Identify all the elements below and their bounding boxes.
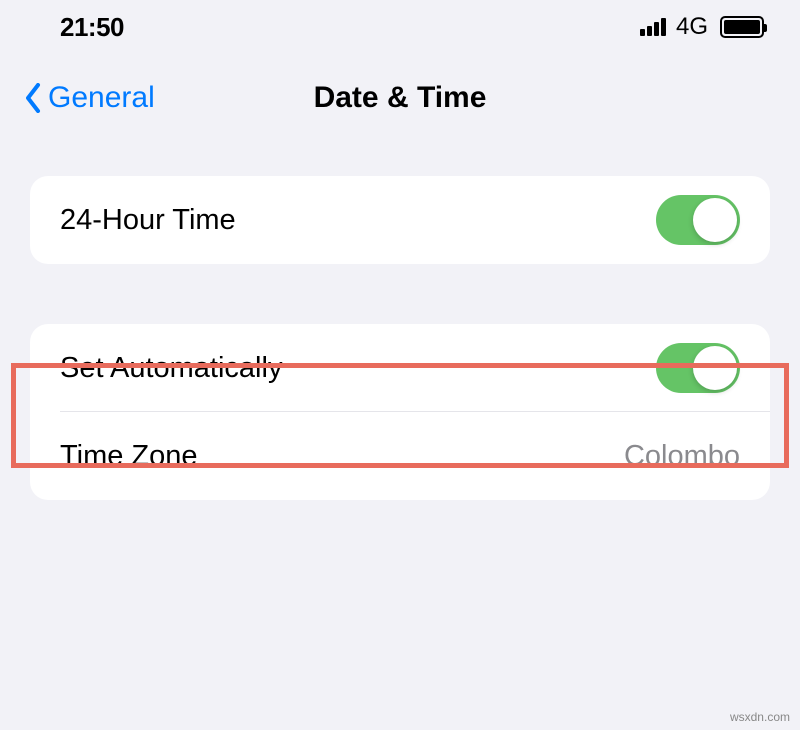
back-label: General bbox=[48, 81, 155, 115]
status-time: 21:50 bbox=[60, 12, 124, 43]
row-24-hour-time: 24-Hour Time bbox=[30, 176, 770, 264]
network-label: 4G bbox=[676, 13, 708, 41]
status-bar: 21:50 4G bbox=[0, 0, 800, 54]
chevron-left-icon bbox=[24, 83, 42, 113]
row-label: Set Automatically bbox=[60, 352, 282, 385]
row-label: Time Zone bbox=[60, 440, 198, 473]
toggle-set-automatically[interactable] bbox=[656, 343, 740, 393]
signal-icon bbox=[640, 18, 666, 36]
status-right: 4G bbox=[640, 13, 764, 41]
page-title: Date & Time bbox=[314, 81, 487, 115]
row-label: 24-Hour Time bbox=[60, 204, 236, 237]
row-time-zone[interactable]: Time Zone Colombo bbox=[30, 412, 770, 500]
battery-icon bbox=[720, 16, 764, 38]
row-value: Colombo bbox=[624, 440, 740, 473]
navigation-bar: General Date & Time bbox=[0, 54, 800, 142]
content: 24-Hour Time Set Automatically Time Zone… bbox=[0, 142, 800, 500]
row-set-automatically: Set Automatically bbox=[30, 324, 770, 412]
back-button[interactable]: General bbox=[24, 81, 155, 115]
toggle-24-hour-time[interactable] bbox=[656, 195, 740, 245]
toggle-knob bbox=[693, 198, 737, 242]
toggle-knob bbox=[693, 346, 737, 390]
watermark: wsxdn.com bbox=[730, 710, 790, 724]
settings-group-2: Set Automatically Time Zone Colombo bbox=[30, 324, 770, 500]
settings-group-1: 24-Hour Time bbox=[30, 176, 770, 264]
